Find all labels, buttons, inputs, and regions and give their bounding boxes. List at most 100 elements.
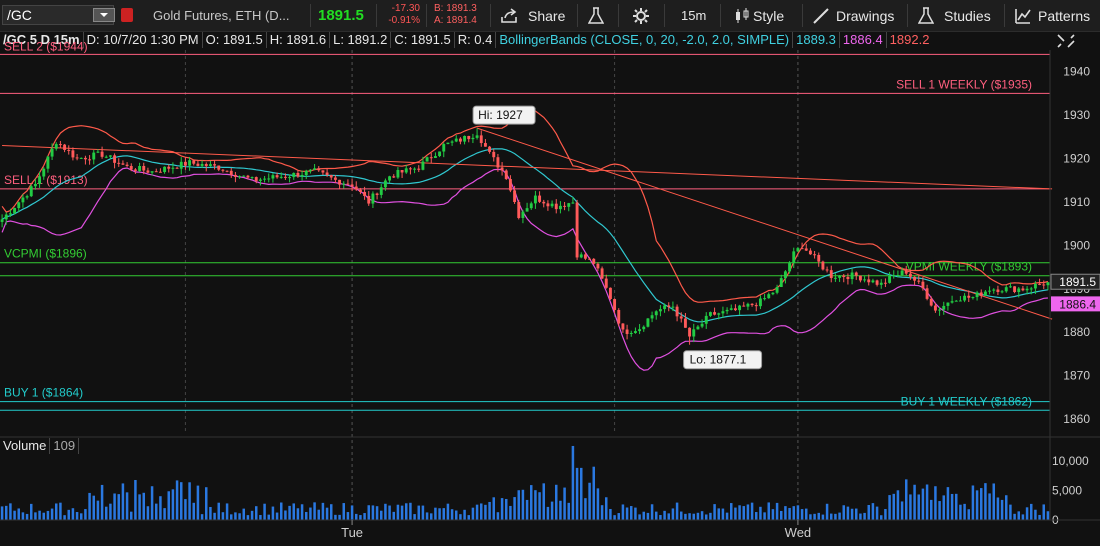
volume-bar: [575, 467, 579, 520]
volume-bar: [830, 513, 833, 520]
candle-body: [317, 168, 321, 171]
high-value: H: 1891.6: [267, 32, 331, 48]
volume-bar: [946, 487, 950, 520]
volume-bar: [80, 513, 83, 520]
volume-label: Volume 109: [0, 438, 80, 454]
volume-bar: [446, 503, 450, 520]
candle-body: [371, 193, 375, 204]
share-label[interactable]: Share: [528, 8, 565, 24]
drawings-label[interactable]: Drawings: [836, 8, 894, 24]
volume-bar: [17, 508, 20, 520]
share-button[interactable]: Share: [500, 0, 565, 31]
volume-bar: [675, 502, 679, 520]
candle-body: [538, 195, 542, 202]
symbol-text[interactable]: /GC: [7, 7, 32, 23]
volume-bar: [846, 506, 850, 520]
volume-bar: [63, 515, 66, 520]
volume-bar: [609, 508, 612, 520]
candle-body: [133, 169, 137, 171]
candle-body: [825, 269, 829, 271]
patterns-icon: [1015, 8, 1031, 24]
candle-body: [975, 292, 979, 298]
volume-bar: [563, 487, 566, 520]
volume-bar: [588, 482, 591, 520]
symbol-dropdown-button[interactable]: [93, 8, 115, 22]
volume-bar: [230, 514, 233, 520]
candle-body: [29, 186, 33, 197]
volume-bar: [938, 501, 941, 520]
volume-bar: [617, 513, 620, 520]
candle-body: [188, 160, 192, 166]
study-label[interactable]: BollingerBands (CLOSE, 0, 20, -2.0, 2.0,…: [496, 32, 794, 48]
volume-bar: [38, 510, 41, 520]
candle-body: [721, 311, 725, 314]
studies-label[interactable]: Studies: [944, 8, 991, 24]
candle-body: [163, 166, 167, 173]
volume-bar: [234, 512, 237, 520]
volume-bar: [955, 493, 958, 520]
volume-bar: [192, 502, 195, 520]
volume-bar: [567, 502, 570, 520]
style-label[interactable]: Style: [753, 8, 784, 24]
volume-bar: [1030, 503, 1033, 520]
lock-icon[interactable]: [121, 8, 133, 22]
candle-body: [496, 157, 500, 168]
volume-bar: [759, 506, 762, 520]
timeframe-button[interactable]: 15m: [681, 0, 706, 31]
candle-body: [0, 219, 4, 222]
timeframe-label[interactable]: 15m: [681, 8, 706, 23]
divider: [720, 4, 721, 27]
candle-body: [250, 177, 254, 179]
patterns-button[interactable]: Patterns: [1014, 0, 1090, 31]
candle-body: [979, 292, 983, 296]
candle-body: [408, 168, 412, 170]
volume-bar: [475, 504, 479, 520]
volume-bar: [138, 494, 141, 520]
volume-bar: [992, 483, 995, 520]
volume-bar: [709, 512, 712, 520]
candle-body: [283, 176, 287, 178]
volume-bar: [250, 510, 254, 520]
volume-bar: [171, 489, 175, 520]
candle-body: [813, 254, 817, 256]
candle-body: [929, 298, 933, 306]
candle-body: [829, 270, 833, 279]
candle-body: [271, 175, 275, 179]
candle-body: [325, 172, 329, 176]
flask-icon: [588, 6, 604, 24]
volume-bar: [317, 509, 320, 520]
candle-body: [588, 258, 592, 260]
candle-body: [425, 157, 429, 162]
volume-bar: [1021, 514, 1025, 520]
candle-body: [388, 176, 392, 181]
style-button[interactable]: Style: [733, 0, 784, 31]
candles: [0, 128, 1050, 345]
candle-body: [150, 171, 154, 173]
collapse-icon[interactable]: [1055, 33, 1077, 49]
volume-bar: [534, 490, 537, 520]
flask-button[interactable]: [588, 0, 604, 31]
candle-body: [492, 151, 496, 158]
candle-body: [171, 167, 175, 169]
chart-id[interactable]: /GC 5 D 15m: [0, 32, 84, 48]
drawings-button[interactable]: Drawings: [812, 0, 894, 31]
volume-bar: [209, 506, 212, 520]
price-tick: 1870: [1063, 369, 1090, 383]
volume-bar: [413, 514, 416, 520]
volume-bar: [959, 504, 962, 520]
volume-bar: [1038, 514, 1041, 520]
volume-bar: [734, 507, 737, 520]
candle-body: [192, 160, 196, 164]
volume-bar: [488, 501, 491, 520]
study-mid-value: 1889.3: [793, 32, 840, 48]
volume-bar: [238, 513, 241, 520]
candle-body: [417, 168, 421, 170]
settings-button[interactable]: [632, 0, 650, 31]
studies-button[interactable]: Studies: [918, 0, 991, 31]
candle-body: [967, 295, 971, 298]
patterns-label[interactable]: Patterns: [1038, 8, 1090, 24]
symbol-selector[interactable]: /GC: [2, 5, 115, 25]
candle-body: [571, 202, 575, 204]
study-lower-value: 1886.4: [840, 32, 887, 48]
candle-body: [471, 137, 475, 140]
